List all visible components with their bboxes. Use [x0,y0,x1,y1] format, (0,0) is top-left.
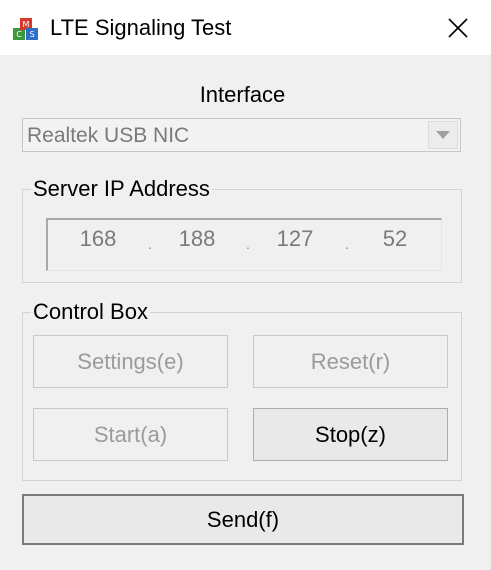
ip-address-field[interactable]: 168 . 188 . 127 . 52 [46,218,442,271]
server-ip-group-title: Server IP Address [31,176,212,202]
chevron-down-icon [436,131,450,139]
window-title: LTE Signaling Test [50,15,232,40]
control-box-group-title: Control Box [31,299,150,325]
control-box-group: Control Box Settings(e) Reset(r) Start(a… [22,299,462,481]
reset-button[interactable]: Reset(r) [253,335,448,388]
app-blocks-icon: M C S [11,15,41,43]
server-ip-group: Server IP Address 168 . 188 . 127 . 52 [22,176,462,283]
dropdown-button[interactable] [428,121,458,149]
close-icon [448,17,468,38]
ip-octet-1[interactable]: 168 [68,226,128,252]
settings-button[interactable]: Settings(e) [33,335,228,388]
ip-octet-3[interactable]: 127 [265,226,325,252]
ip-octet-4[interactable]: 52 [365,226,425,252]
close-button[interactable] [430,0,486,55]
ip-separator: . [246,236,250,252]
interface-label: Interface [199,82,286,107]
title-bar: M C S LTE Signaling Test [0,0,491,55]
interface-select-value: Realtek USB NIC [27,124,190,147]
stop-button[interactable]: Stop(z) [253,408,448,461]
ip-separator: . [345,236,349,252]
ip-separator: . [148,236,152,252]
ip-octet-2[interactable]: 188 [167,226,227,252]
start-button[interactable]: Start(a) [33,408,228,461]
interface-select[interactable]: Realtek USB NIC [22,118,461,152]
svg-text:S: S [29,30,34,39]
svg-text:M: M [23,20,30,29]
send-button[interactable]: Send(f) [22,494,464,545]
svg-text:C: C [16,30,22,39]
